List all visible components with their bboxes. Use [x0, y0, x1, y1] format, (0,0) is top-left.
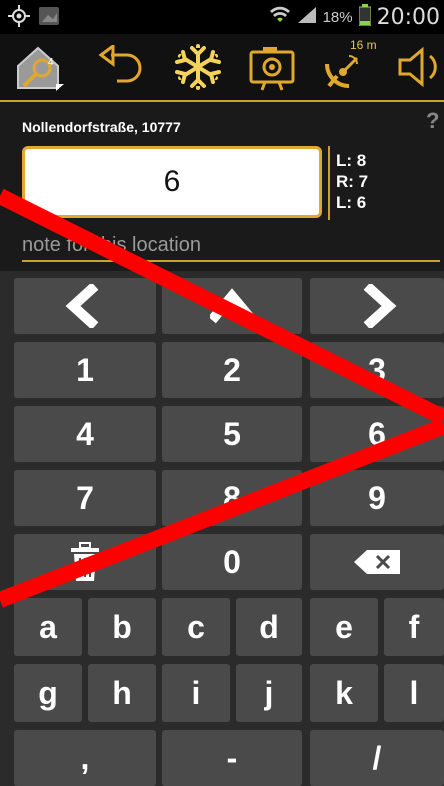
number-history: L: 8 R: 7 L: 6 [336, 150, 368, 213]
battery-percent: 18% [322, 9, 353, 26]
undo-button[interactable] [96, 42, 148, 92]
clear-button[interactable] [14, 534, 156, 590]
backspace-icon [354, 550, 400, 574]
key-l[interactable]: l [384, 664, 444, 722]
address-label: Nollendorfstraße, 10777 [22, 119, 181, 135]
gps-distance: 16 m [350, 38, 377, 52]
app-notification-icon [38, 5, 60, 32]
snowflake-icon [175, 44, 221, 90]
home-badge: 4 [48, 57, 54, 68]
key-k[interactable]: k [310, 664, 378, 722]
house-search-icon [17, 46, 64, 91]
key-5[interactable]: 5 [162, 406, 302, 462]
up-button[interactable] [162, 278, 302, 334]
next-button[interactable] [310, 278, 444, 334]
key-6[interactable]: 6 [310, 406, 444, 462]
undo-icon [98, 45, 142, 83]
signal-icon [297, 6, 317, 29]
freeze-button[interactable] [172, 42, 224, 92]
key-9[interactable]: 9 [310, 470, 444, 526]
note-field[interactable]: note for this location [22, 234, 440, 262]
key-slash[interactable]: / [310, 730, 444, 786]
key-h[interactable]: h [88, 664, 156, 722]
trash-icon [71, 542, 99, 581]
key-b[interactable]: b [88, 598, 156, 656]
home-search-button[interactable]: 4 [14, 42, 66, 92]
key-1[interactable]: 1 [14, 342, 156, 398]
key-7[interactable]: 7 [14, 470, 156, 526]
history-item: L: 6 [336, 193, 367, 212]
key-4[interactable]: 4 [14, 406, 156, 462]
key-e[interactable]: e [310, 598, 378, 656]
battery-icon [358, 4, 372, 31]
key-j[interactable]: j [236, 664, 302, 722]
speaker-icon [398, 46, 437, 88]
key-comma[interactable]: , [14, 730, 156, 786]
chevron-up-icon [210, 288, 254, 324]
note-placeholder: note for this location [22, 234, 201, 256]
key-f[interactable]: f [384, 598, 444, 656]
house-number-field[interactable]: 6 [22, 146, 322, 218]
key-a[interactable]: a [14, 598, 82, 656]
gps-target-icon [8, 5, 30, 32]
key-0[interactable]: 0 [162, 534, 302, 590]
house-number-value: 6 [163, 165, 181, 198]
key-d[interactable]: d [236, 598, 302, 656]
previous-button[interactable] [14, 278, 156, 334]
key-dash[interactable]: - [162, 730, 302, 786]
key-3[interactable]: 3 [310, 342, 444, 398]
key-2[interactable]: 2 [162, 342, 302, 398]
backspace-button[interactable] [310, 534, 444, 590]
key-i[interactable]: i [162, 664, 230, 722]
help-button[interactable]: ? [426, 108, 439, 134]
history-divider [328, 146, 330, 220]
toolbar: 4 16 m [0, 34, 444, 102]
wifi-icon [269, 6, 291, 29]
sound-button[interactable] [394, 42, 444, 92]
camera-icon [249, 47, 295, 91]
key-8[interactable]: 8 [162, 470, 302, 526]
history-item: L: 8 [336, 151, 367, 170]
clock: 20:00 [376, 5, 440, 30]
key-c[interactable]: c [162, 598, 230, 656]
camera-button[interactable] [246, 42, 298, 92]
key-g[interactable]: g [14, 664, 82, 722]
chevron-right-icon [363, 284, 397, 328]
status-bar: 18% 20:00 [0, 0, 444, 34]
history-item: R: 7 [336, 172, 369, 191]
chevron-left-icon [65, 284, 99, 328]
